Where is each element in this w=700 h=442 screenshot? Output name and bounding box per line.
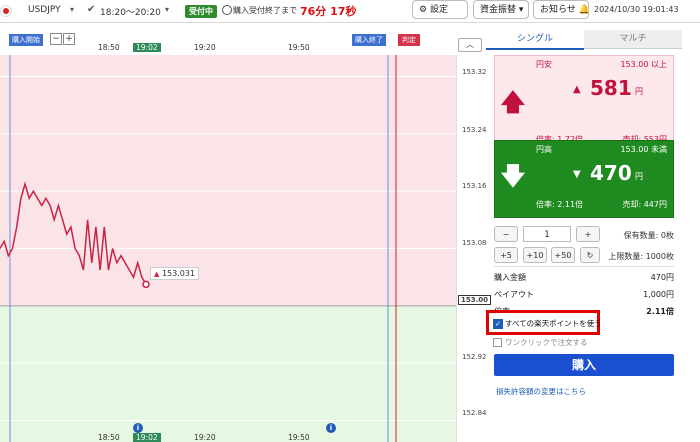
- funds-label: 資金振替: [480, 5, 517, 15]
- triangle-up-icon: ▲: [154, 270, 160, 278]
- chevron-up-icon: ︿: [466, 40, 474, 49]
- zoom-in-button[interactable]: +: [63, 33, 75, 45]
- judgement-label: 判定: [398, 34, 420, 46]
- card-rate: 倍率: 2.11倍: [536, 200, 584, 209]
- amount-value: 470円: [650, 273, 674, 282]
- gear-icon: ⚙: [419, 5, 428, 15]
- limit-quantity: 上限数量: 1000枚: [608, 252, 674, 261]
- loss-limit-link[interactable]: 損失許容額の変更はこちら: [496, 386, 586, 397]
- deadline-label: 購入受付終了まで: [233, 6, 297, 15]
- x-tick: 19:50: [288, 43, 310, 52]
- amount-label: 購入金額: [494, 273, 526, 282]
- qty-step-50[interactable]: +50: [551, 247, 575, 263]
- current-price-tag: ▲ 153.031: [150, 267, 200, 280]
- down-arrow-box: 🡇: [495, 141, 531, 217]
- datetime: 2024/10/30 19:01:43: [594, 5, 679, 14]
- y-tick: 153.08: [462, 239, 487, 247]
- settings-label: 設定: [429, 5, 448, 15]
- x-tick: 18:50: [98, 43, 120, 52]
- arrow-down-icon: 🡇: [500, 161, 526, 190]
- card-title: 円安: [536, 60, 552, 69]
- y-tick: 153.32: [462, 68, 487, 76]
- price-unit: 円: [635, 172, 643, 181]
- status-badge: 受付中: [185, 5, 217, 18]
- funds-transfer-button[interactable]: 資金振替 ▾: [473, 0, 529, 19]
- chart-canvas: [0, 55, 456, 442]
- clock-icon: [222, 5, 232, 15]
- checkmark-icon: ✔: [87, 4, 96, 15]
- zoom-out-button[interactable]: −: [50, 33, 62, 45]
- purchase-start-label: 購入開始: [9, 34, 43, 46]
- payout-label: ペイアウト: [494, 290, 534, 299]
- one-click-row[interactable]: ワンクリックで注文する: [493, 337, 588, 348]
- card-strike: 153.00 未満: [620, 145, 667, 154]
- qty-minus-button[interactable]: −: [494, 226, 518, 242]
- chevron-down-icon: ▾: [518, 5, 524, 15]
- tab-multi[interactable]: マルチ: [584, 30, 682, 49]
- price-chart: [0, 30, 456, 442]
- card-strike: 153.00 以上: [620, 60, 667, 69]
- time-range[interactable]: 18:20〜20:20: [100, 5, 161, 18]
- up-price: 581: [590, 76, 632, 100]
- x-tick: 19:50: [288, 433, 310, 442]
- countdown: 76分 17秒: [300, 5, 357, 18]
- x-tick: 19:20: [194, 43, 216, 52]
- tab-single[interactable]: シングル: [486, 30, 584, 50]
- top-bar: USDJPY ▾ ✔ 18:20〜20:20 ▾ 受付中 購入受付終了まで 76…: [0, 0, 700, 23]
- buy-button[interactable]: 購入: [494, 354, 674, 376]
- divider: [494, 266, 674, 267]
- japan-flag-icon: [0, 5, 12, 17]
- y-tick: 152.84: [462, 409, 487, 417]
- current-price-marker: [142, 280, 150, 289]
- y-axis: 153.32 153.24 153.16 153.08 153.00 152.9…: [456, 55, 492, 442]
- y-tick: 152.92: [462, 353, 487, 361]
- chevron-down-icon[interactable]: ▾: [165, 5, 169, 14]
- currency-pair[interactable]: USDJPY: [28, 5, 61, 15]
- bell-icon: 🔔: [578, 5, 590, 15]
- rate-value: 2.11倍: [646, 307, 674, 316]
- points-checkbox-row[interactable]: ✓ すべての楽天ポイントを使う: [493, 318, 602, 329]
- settings-button[interactable]: ⚙ 設定: [412, 0, 468, 19]
- chevron-down-icon[interactable]: ▾: [70, 5, 74, 14]
- info-icon[interactable]: i: [326, 423, 336, 433]
- x-tick-current: 19:02: [133, 433, 161, 442]
- qty-step-10[interactable]: +10: [523, 247, 547, 263]
- card-sell: 売却: 447円: [622, 200, 667, 209]
- qty-plus-button[interactable]: +: [576, 226, 600, 242]
- refresh-icon: ↻: [586, 251, 594, 260]
- y-tick: 153.24: [462, 126, 487, 134]
- arrow-up-icon: 🡅: [500, 87, 526, 116]
- reset-button[interactable]: ↻: [580, 247, 600, 263]
- qty-step-5[interactable]: +5: [494, 247, 518, 263]
- y-tick: 153.16: [462, 182, 487, 190]
- purchase-end-label: 購入終了: [352, 34, 386, 46]
- points-checkbox[interactable]: ✓: [493, 318, 503, 329]
- order-panel: シングル マルチ 🡅 円安 153.00 以上 ▲ 581 円 倍率: 1.72…: [486, 30, 682, 442]
- x-tick: 18:50: [98, 433, 120, 442]
- down-price: 470: [590, 161, 632, 185]
- one-click-checkbox[interactable]: [493, 338, 502, 347]
- payout-value: 1,000円: [643, 290, 674, 299]
- points-checkbox-label: すべての楽天ポイントを使う: [505, 319, 602, 328]
- held-quantity: 保有数量: 0枚: [623, 231, 674, 240]
- info-icon[interactable]: i: [133, 423, 143, 433]
- qty-input[interactable]: 1: [523, 226, 571, 242]
- price-unit: 円: [635, 87, 643, 96]
- x-tick: 19:20: [194, 433, 216, 442]
- card-title: 円高: [536, 145, 552, 154]
- current-price: 153.031: [161, 269, 196, 278]
- collapse-chart-button[interactable]: ︿: [458, 38, 482, 52]
- notice-label: お知らせ: [540, 5, 576, 15]
- triangle-down-icon: ▼: [573, 169, 581, 180]
- yen-strong-card[interactable]: 🡇 円高 153.00 未満 ▼ 470 円 倍率: 2.11倍 売却: 447…: [494, 140, 674, 218]
- triangle-up-icon: ▲: [573, 84, 581, 95]
- one-click-label: ワンクリックで注文する: [505, 338, 588, 347]
- notice-button[interactable]: お知らせ 🔔: [533, 0, 590, 19]
- x-tick-current: 19:02: [133, 43, 161, 52]
